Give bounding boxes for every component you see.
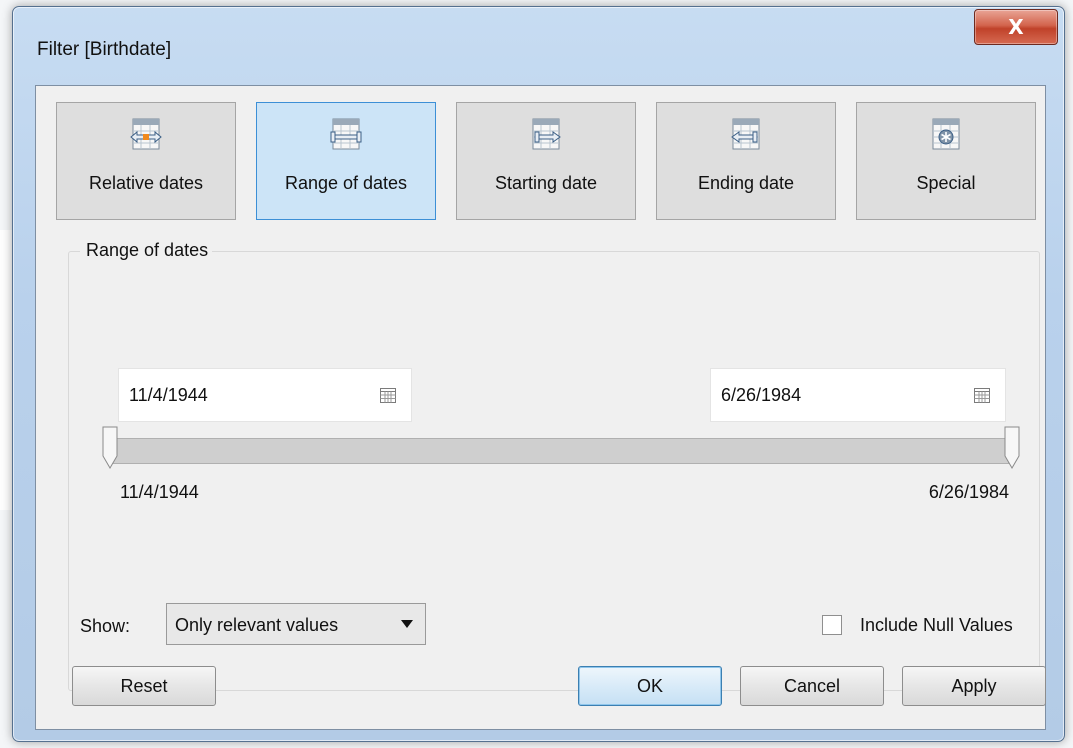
date-range-slider-track[interactable]: [111, 438, 1009, 464]
calendar-icon[interactable]: [973, 386, 991, 404]
mode-relative-dates[interactable]: Relative dates: [56, 102, 236, 220]
slider-end-handle[interactable]: [1002, 426, 1020, 470]
start-date-value: 11/4/1944: [129, 385, 208, 405]
filter-dialog: Filter [Birthdate] X Relative dates Rang…: [12, 6, 1065, 742]
mode-label: Ending date: [697, 173, 795, 193]
show-values-selected: Only relevant values: [175, 615, 339, 635]
calendar-icon[interactable]: [379, 386, 397, 404]
end-date-field[interactable]: 6/26/1984: [710, 368, 1006, 422]
mode-starting-date[interactable]: Starting date: [456, 102, 636, 220]
slider-start-handle[interactable]: [102, 426, 120, 470]
end-date-value: 6/26/1984: [721, 385, 802, 405]
ok-button[interactable]: OK: [578, 666, 722, 706]
mode-label: Range of dates: [284, 173, 408, 193]
dialog-client-area: Relative dates Range of dates Starting d…: [35, 85, 1046, 730]
range-group-title: Range of dates: [80, 240, 213, 261]
mode-label: Starting date: [494, 173, 598, 193]
mode-label: Relative dates: [88, 173, 204, 193]
chevron-down-icon: [401, 620, 413, 628]
slider-max-label: 6/26/1984: [928, 482, 1009, 502]
include-null-checkbox[interactable]: [822, 615, 842, 635]
dialog-title: Filter [Birthdate]: [37, 39, 172, 60]
mode-range-of-dates[interactable]: Range of dates: [256, 102, 436, 220]
show-values-dropdown[interactable]: Only relevant values: [166, 603, 426, 645]
range-of-dates-icon: [330, 118, 362, 150]
starting-date-icon: [532, 118, 561, 150]
start-date-field[interactable]: 11/4/1944: [118, 368, 412, 422]
relative-dates-icon: [130, 118, 162, 150]
mode-ending-date[interactable]: Ending date: [656, 102, 836, 220]
mode-label: Special: [916, 173, 976, 193]
mode-special[interactable]: Special: [856, 102, 1036, 220]
reset-button[interactable]: Reset: [72, 666, 216, 706]
close-button[interactable]: X: [974, 9, 1058, 45]
ending-date-icon: [731, 118, 760, 150]
apply-button[interactable]: Apply: [902, 666, 1046, 706]
show-label: Show:: [80, 616, 131, 636]
include-null-label[interactable]: Include Null Values: [860, 615, 1013, 636]
special-icon: [932, 118, 960, 150]
cancel-button[interactable]: Cancel: [740, 666, 884, 706]
slider-min-label: 11/4/1944: [120, 482, 199, 502]
